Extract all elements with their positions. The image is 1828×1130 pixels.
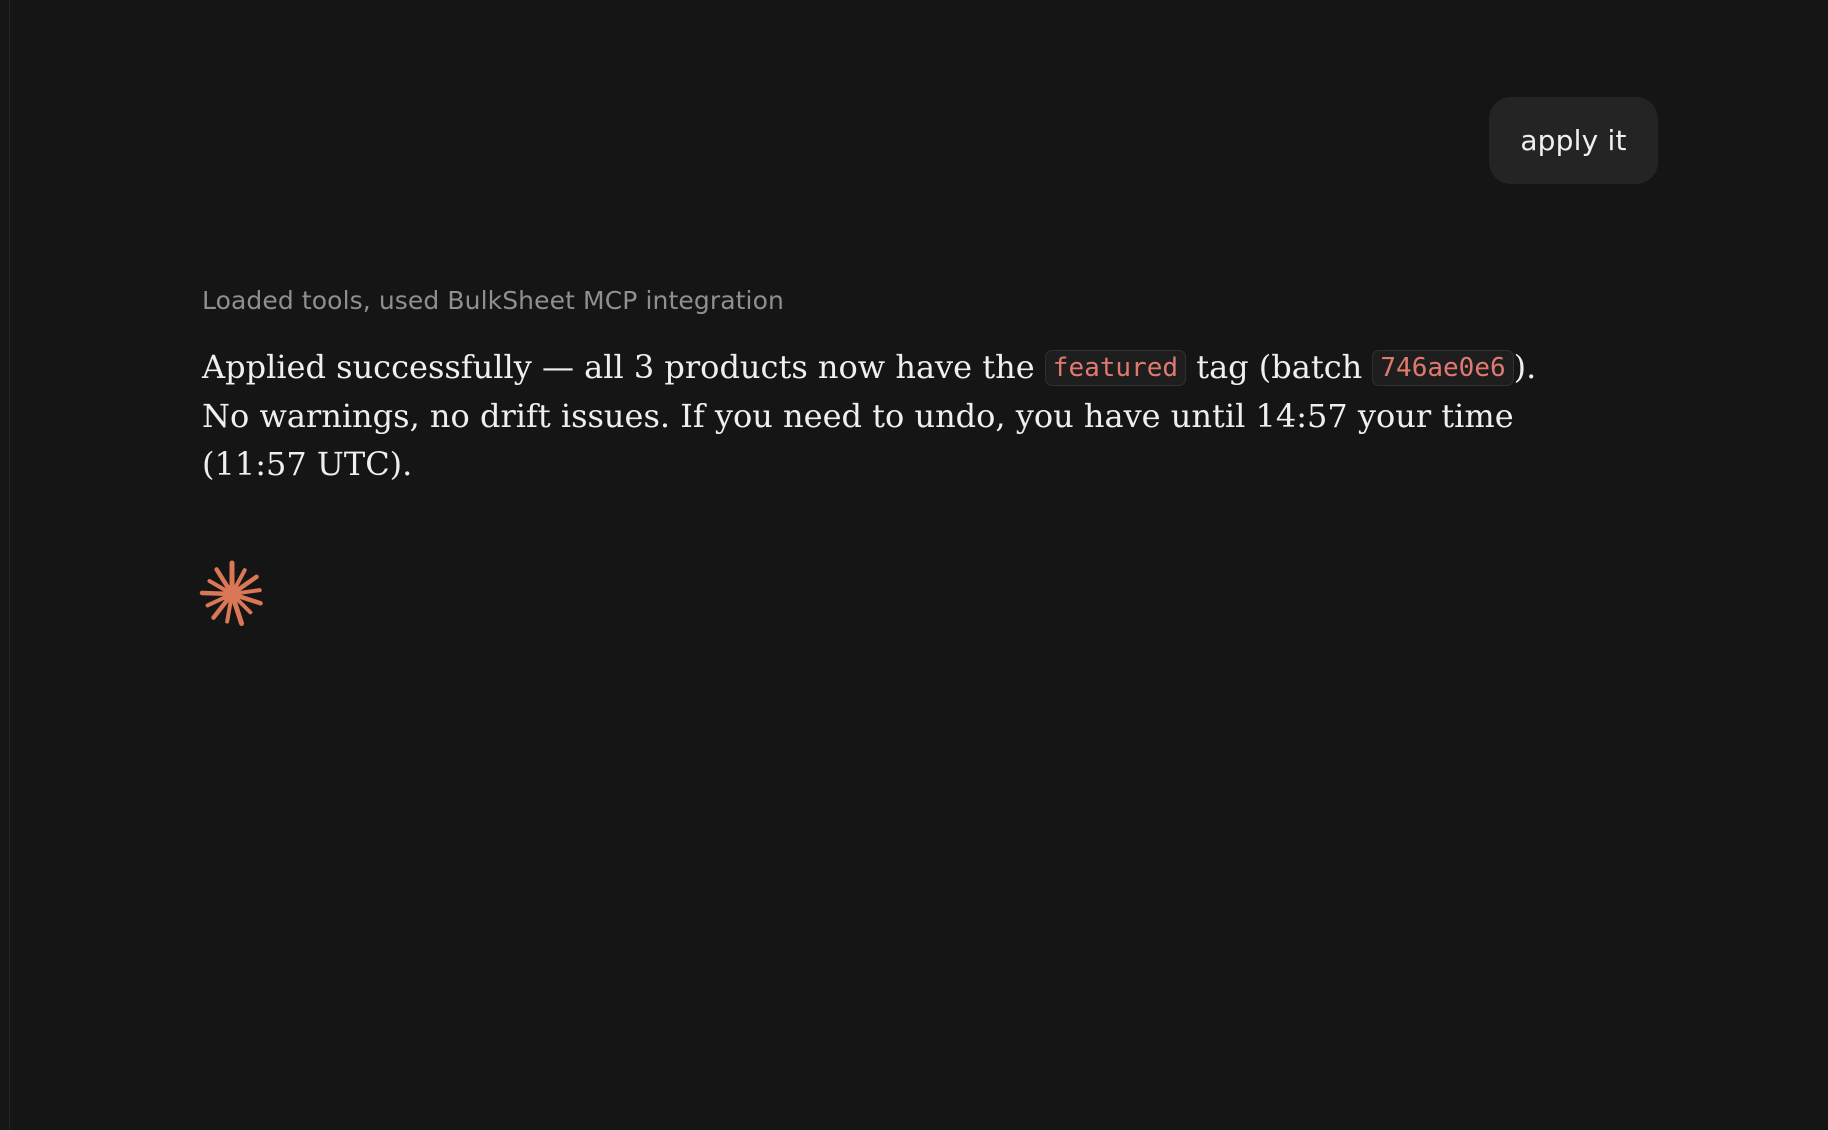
assistant-message: Applied successfully — all 3 products no… [202, 343, 1542, 488]
spark-center [227, 589, 237, 599]
inline-code-batch-id: 746ae0e6 [1372, 350, 1514, 386]
message-text: tag (batch [1186, 348, 1373, 386]
tool-usage-summary[interactable]: Loaded tools, used BulkSheet MCP integra… [202, 286, 784, 315]
inline-code-tag: featured [1044, 350, 1187, 386]
spark-ray [199, 590, 232, 597]
user-message-bubble: apply it [1489, 97, 1658, 184]
user-message-text: apply it [1520, 124, 1627, 157]
spark-icon [199, 560, 263, 626]
message-text: Applied successfully — all 3 products no… [202, 348, 1045, 386]
sidebar-edge [0, 0, 10, 1130]
